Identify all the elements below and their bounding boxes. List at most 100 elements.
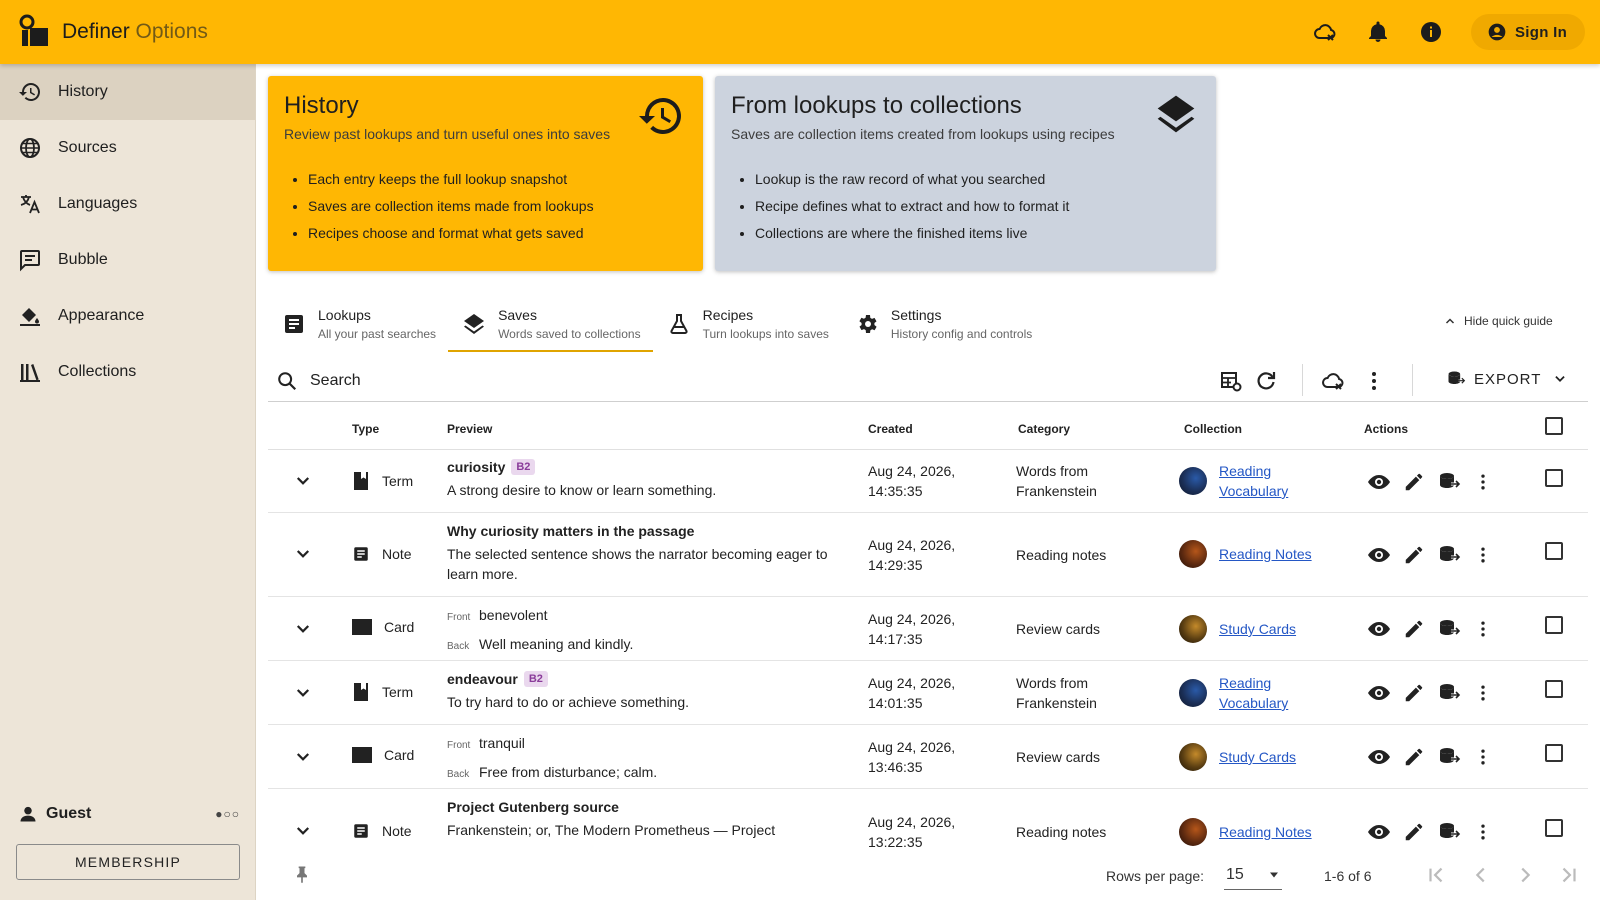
table-footer: Rows per page: 15 1-6 of 6 xyxy=(268,852,1588,900)
history-icon xyxy=(19,83,40,101)
type-label: Term xyxy=(382,684,414,700)
more-vert-icon[interactable] xyxy=(1473,681,1493,705)
user-name: Guest xyxy=(46,805,92,822)
view-eye-icon[interactable] xyxy=(1367,470,1391,494)
row-checkbox[interactable] xyxy=(1544,743,1564,763)
database-export-icon[interactable] xyxy=(1437,543,1461,567)
tab-lookups[interactable]: Lookups All your past searches xyxy=(268,296,448,352)
refresh-icon[interactable] xyxy=(1254,369,1278,393)
tab-saves[interactable]: Saves Words saved to collections xyxy=(448,296,653,352)
bookmark-icon xyxy=(354,683,368,701)
person-icon xyxy=(20,806,36,822)
last-page-icon[interactable] xyxy=(1558,864,1580,886)
table-row[interactable]: Card Front tranquil Back Free from disturb… xyxy=(268,725,1588,789)
search-input[interactable] xyxy=(310,368,1110,394)
sidebar-item-sources[interactable]: Sources xyxy=(0,120,255,176)
edit-pencil-icon[interactable] xyxy=(1403,471,1425,493)
card-front: tranquil xyxy=(479,735,525,751)
category-cell: Review cards xyxy=(1016,619,1100,639)
sign-in-button[interactable]: Sign In xyxy=(1471,14,1585,50)
column-header-created[interactable]: Created xyxy=(868,422,913,436)
sidebar-item-languages[interactable]: Languages xyxy=(0,176,255,232)
sidebar-item-appearance[interactable]: Appearance xyxy=(0,288,255,344)
database-export-icon[interactable] xyxy=(1437,470,1461,494)
more-vert-icon[interactable] xyxy=(1473,617,1493,641)
table-row[interactable]: Card Front benevolent Back Well meaning an… xyxy=(268,597,1588,661)
edit-pencil-icon[interactable] xyxy=(1403,618,1425,640)
bell-icon[interactable] xyxy=(1366,20,1390,44)
cloud-off-icon[interactable] xyxy=(1321,369,1345,393)
row-checkbox[interactable] xyxy=(1544,818,1564,838)
row-checkbox[interactable] xyxy=(1544,541,1564,561)
user-info[interactable]: Guest ●○○ xyxy=(18,804,240,824)
previous-page-icon[interactable] xyxy=(1470,864,1492,886)
column-header-type[interactable]: Type xyxy=(352,422,379,436)
info-icon[interactable] xyxy=(1419,20,1443,44)
sidebar-item-label: Appearance xyxy=(58,307,145,324)
column-header-preview[interactable]: Preview xyxy=(447,422,492,436)
table-row[interactable]: Note Project Gutenberg source Frankenste… xyxy=(268,789,1588,852)
hide-quick-guide-button[interactable]: Hide quick guide xyxy=(1444,314,1553,328)
database-export-icon[interactable] xyxy=(1437,617,1461,641)
table-settings-icon[interactable] xyxy=(1219,369,1243,393)
toolbar-divider xyxy=(1412,364,1413,396)
database-export-icon[interactable] xyxy=(1437,745,1461,769)
collection-link[interactable]: Reading Notes xyxy=(1219,822,1312,842)
sidebar-item-collections[interactable]: Collections xyxy=(0,344,255,400)
collections-card-desc: Saves are collection items created from … xyxy=(731,126,1115,142)
column-header-actions: Actions xyxy=(1364,422,1409,436)
membership-button[interactable]: MEMBERSHIP xyxy=(16,844,240,880)
collection-link[interactable]: Study Cards xyxy=(1219,619,1296,639)
expand-chevron-icon[interactable] xyxy=(294,822,312,840)
export-button[interactable]: EXPORT xyxy=(1446,369,1575,389)
more-vert-icon[interactable] xyxy=(1473,820,1493,844)
collection-link[interactable]: Study Cards xyxy=(1219,747,1296,767)
expand-chevron-icon[interactable] xyxy=(294,684,312,702)
database-export-icon[interactable] xyxy=(1437,820,1461,844)
more-vert-icon[interactable] xyxy=(1473,745,1493,769)
view-eye-icon[interactable] xyxy=(1367,617,1391,641)
pin-icon[interactable] xyxy=(292,864,312,884)
sidebar-item-history[interactable]: History xyxy=(0,64,255,120)
collection-link[interactable]: Reading Vocabulary xyxy=(1219,461,1288,501)
cloud-off-icon[interactable] xyxy=(1313,20,1337,44)
next-page-icon[interactable] xyxy=(1514,864,1536,886)
table-row[interactable]: Term endeavour B2 To try hard to do or ac… xyxy=(268,661,1588,725)
row-checkbox[interactable] xyxy=(1544,615,1564,635)
first-page-icon[interactable] xyxy=(1425,864,1447,886)
sidebar-item-bubble[interactable]: Bubble xyxy=(0,232,255,288)
more-vert-icon[interactable] xyxy=(1362,369,1386,393)
column-header-collection[interactable]: Collection xyxy=(1184,422,1242,436)
database-export-icon[interactable] xyxy=(1437,681,1461,705)
rows-per-page-select[interactable]: 15 xyxy=(1224,860,1282,890)
category-line: Reading notes xyxy=(1016,824,1107,840)
view-eye-icon[interactable] xyxy=(1367,543,1391,567)
expand-chevron-icon[interactable] xyxy=(294,545,312,563)
table-row[interactable]: Term curiosity B2 A strong desire to know… xyxy=(268,450,1588,513)
column-header-category[interactable]: Category xyxy=(1018,422,1070,436)
view-eye-icon[interactable] xyxy=(1367,745,1391,769)
type-cell: Term xyxy=(352,471,413,491)
edit-pencil-icon[interactable] xyxy=(1403,821,1425,843)
sign-in-label: Sign In xyxy=(1515,23,1568,41)
tab-recipes[interactable]: Recipes Turn lookups into saves xyxy=(653,296,841,352)
row-checkbox[interactable] xyxy=(1544,468,1564,488)
row-checkbox[interactable] xyxy=(1544,679,1564,699)
table-row[interactable]: Note Why curiosity matters in the passag… xyxy=(268,513,1588,597)
created-time: 14:35:35 xyxy=(868,483,923,499)
expand-chevron-icon[interactable] xyxy=(294,748,312,766)
edit-pencil-icon[interactable] xyxy=(1403,544,1425,566)
view-eye-icon[interactable] xyxy=(1367,681,1391,705)
collection-link[interactable]: Reading Notes xyxy=(1219,544,1312,564)
more-vert-icon[interactable] xyxy=(1473,470,1493,494)
tab-settings[interactable]: Settings History config and controls xyxy=(841,296,1044,352)
more-vert-icon[interactable] xyxy=(1473,543,1493,567)
collection-link[interactable]: Reading Vocabulary xyxy=(1219,673,1288,713)
expand-chevron-icon[interactable] xyxy=(294,620,312,638)
expand-chevron-icon[interactable] xyxy=(294,472,312,490)
edit-pencil-icon[interactable] xyxy=(1403,682,1425,704)
actions-cell xyxy=(1367,543,1505,567)
view-eye-icon[interactable] xyxy=(1367,820,1391,844)
edit-pencil-icon[interactable] xyxy=(1403,746,1425,768)
select-all-checkbox[interactable] xyxy=(1544,416,1564,436)
